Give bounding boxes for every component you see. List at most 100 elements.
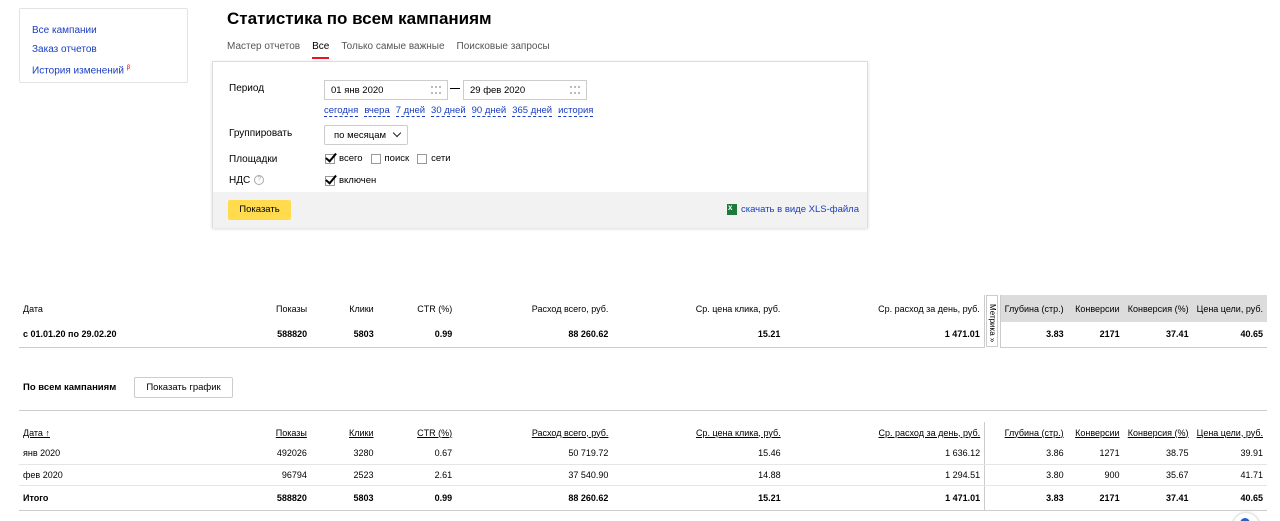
table-cell: 14.88 — [612, 464, 785, 486]
vat-label: НДС? — [229, 175, 265, 186]
column-separator — [984, 422, 1001, 443]
sort-by-conversions[interactable]: Конверсии — [1068, 422, 1124, 443]
summary-cell: 40.65 — [1192, 322, 1267, 348]
table-cell: 900 — [1067, 464, 1124, 486]
col-avg-click-price: Ср. цена клика, руб. — [695, 303, 781, 314]
table-cell: 39.91 — [1192, 443, 1267, 465]
summary-header-row: Дата Показы Клики CTR (%) Расход всего, … — [19, 295, 1267, 347]
tab-search-queries[interactable]: Поисковые запросы — [457, 41, 550, 52]
sort-by-goal-cost[interactable]: Цена цели, руб. — [1193, 422, 1267, 443]
campaigns-header-row: Дата ↑ Показы Клики CTR (%) Расход всего… — [19, 422, 1267, 443]
checkbox-total-label: всего — [339, 153, 363, 164]
show-graph-button[interactable]: Показать график — [134, 377, 233, 398]
chevron-down-icon — [392, 128, 402, 138]
help-icon[interactable]: ? — [254, 175, 265, 186]
summary-table: Дата Показы Клики CTR (%) Расход всего, … — [19, 295, 1267, 348]
table-cell: 37 540.90 — [456, 464, 613, 486]
report-settings-panel: Период 01 янв 2020 29 фев 2020 сегодня в… — [212, 61, 868, 228]
sort-by-total-spend[interactable]: Расход всего, руб. — [456, 422, 612, 443]
quick-range-today[interactable]: сегодня — [324, 105, 359, 117]
sort-by-avg-daily-spend[interactable]: Ср. расход за день, руб. — [785, 422, 985, 443]
quick-range-90-days[interactable]: 90 дней — [471, 105, 507, 117]
total-cell: 588820 — [177, 485, 311, 511]
sort-by-impressions[interactable]: Показы — [178, 422, 311, 443]
vat-checkbox-row: включен — [325, 175, 376, 186]
table-cell: 3.80 — [1000, 464, 1068, 486]
total-cell: 3.83 — [1000, 485, 1068, 511]
summary-cell: 5803 — [311, 322, 378, 348]
sidebar-link-label: История изменений — [32, 65, 124, 77]
sort-by-avg-click-price[interactable]: Ср. цена клика, руб. — [612, 422, 784, 443]
quick-range-30-days[interactable]: 30 дней — [431, 105, 466, 117]
column-separator — [984, 485, 1001, 511]
panel-footer: Показать скачать в виде XLS-файла — [213, 192, 867, 228]
total-cell: 37.41 — [1123, 485, 1193, 511]
summary-cell: с 01.01.20 по 29.02.20 — [19, 322, 179, 348]
table-row: фев 2020 96794 2523 2.61 37 540.90 14.88… — [19, 464, 1267, 486]
summary-cell: 0.99 — [377, 322, 457, 348]
total-cell: 0.99 — [377, 485, 457, 511]
xls-download-link[interactable]: скачать в виде XLS-файла — [726, 203, 859, 215]
section-divider — [19, 410, 1267, 411]
checkbox-total[interactable] — [325, 153, 335, 164]
tab-all[interactable]: Все — [312, 41, 330, 59]
checkbox-vat-label: включен — [339, 175, 377, 186]
total-cell: 2171 — [1067, 485, 1124, 511]
sort-by-depth[interactable]: Глубина (стр.) — [1001, 422, 1068, 443]
checkbox-networks[interactable] — [417, 153, 428, 164]
metrika-label: Метрика » — [987, 304, 997, 343]
total-cell: 1 471.01 — [784, 485, 985, 511]
metrika-toggle[interactable]: Метрика » — [983, 295, 1001, 347]
show-button[interactable]: Показать — [228, 200, 291, 220]
column-separator — [984, 464, 1001, 486]
sort-by-clicks[interactable]: Клики — [311, 422, 378, 443]
table-cell: янв 2020 — [19, 443, 178, 465]
calendar-icon[interactable] — [431, 86, 441, 94]
total-cell: Итого — [19, 485, 178, 511]
date-to-value: 29 фев 2020 — [470, 85, 526, 96]
summary-cell: 88 260.62 — [456, 322, 613, 348]
sidebar-link-report-order[interactable]: Заказ отчетов — [32, 40, 187, 59]
page-title: Статистика по всем кампаниям — [227, 9, 492, 28]
quick-range-7-days[interactable]: 7 дней — [395, 105, 426, 117]
col-date: Дата — [23, 303, 43, 314]
date-range-dash — [450, 88, 460, 89]
sort-by-date[interactable]: Дата ↑ — [19, 422, 178, 443]
group-label: Группировать — [229, 128, 293, 139]
table-cell: 2523 — [310, 464, 378, 486]
checkbox-search[interactable] — [370, 153, 381, 164]
checkbox-search-label: поиск — [384, 153, 410, 164]
table-cell: 1 294.51 — [784, 464, 985, 486]
table-cell: фев 2020 — [19, 464, 178, 486]
sidebar-link-all-campaigns[interactable]: Все кампании — [32, 21, 187, 40]
table-cell: 492026 — [177, 443, 311, 465]
checkbox-vat[interactable] — [325, 175, 335, 186]
quick-range-365-days[interactable]: 365 дней — [512, 105, 553, 117]
platforms-checkboxes: всего поиск сети — [325, 153, 451, 164]
platforms-label: Площадки — [229, 154, 278, 165]
col-avg-daily-spend: Ср. расход за день, руб. — [878, 303, 980, 314]
date-to-input[interactable]: 29 фев 2020 — [463, 80, 587, 100]
sort-by-conversion-rate[interactable]: Конверсия (%) — [1124, 422, 1193, 443]
total-cell: 15.21 — [612, 485, 785, 511]
group-by-value: по месяцам — [334, 130, 387, 141]
total-cell: 5803 — [310, 485, 378, 511]
table-cell: 15.46 — [612, 443, 785, 465]
tab-most-important[interactable]: Только самые важные — [341, 41, 444, 52]
date-from-value: 01 янв 2020 — [331, 85, 384, 96]
col-conversion-rate: Конверсия (%) — [1123, 295, 1193, 322]
sort-by-ctr[interactable]: CTR (%) — [378, 422, 457, 443]
quick-range-yesterday[interactable]: вчера — [364, 105, 390, 117]
col-ctr: CTR (%) — [417, 303, 453, 314]
calendar-icon[interactable] — [570, 86, 580, 94]
assistant-chat-icon[interactable] — [1233, 513, 1259, 521]
tab-report-master[interactable]: Мастер отчетов — [227, 41, 300, 52]
group-by-select[interactable]: по месяцам — [324, 125, 408, 145]
column-separator — [984, 443, 1001, 465]
metrika-tab[interactable]: Метрика » — [985, 295, 998, 347]
checkbox-networks-label: сети — [431, 153, 451, 164]
table-cell: 1271 — [1067, 443, 1124, 465]
date-from-input[interactable]: 01 янв 2020 — [324, 80, 448, 100]
quick-range-history[interactable]: история — [558, 105, 594, 117]
sidebar-link-change-history[interactable]: История изменений β — [32, 59, 187, 80]
